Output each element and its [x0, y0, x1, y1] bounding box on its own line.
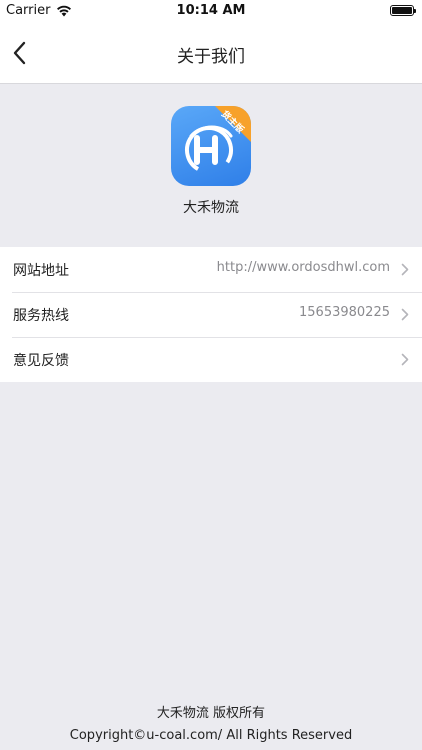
- battery-fill: [392, 7, 412, 14]
- battery-nub: [414, 9, 416, 13]
- app-name: 大禾物流: [183, 200, 239, 216]
- footer-copyright-cn: 大禾物流 版权所有: [156, 706, 266, 721]
- app-logo: 货主版: [171, 106, 251, 186]
- feedback-label: 意见反馈: [13, 353, 69, 369]
- chevron-right-icon: [401, 353, 409, 366]
- page-title: 关于我们: [177, 47, 245, 67]
- website-label: 网站地址: [13, 263, 69, 279]
- footer-copyright-en: Copyright©u-coal.com/ All Rights Reserve…: [69, 728, 353, 743]
- website-value: http://www.ordosdhwl.com: [216, 260, 390, 275]
- list-item-website[interactable]: 网站地址 http://www.ordosdhwl.com: [0, 247, 422, 292]
- nav-bar: 关于我们: [0, 22, 422, 84]
- battery-icon: [390, 5, 416, 16]
- hotline-label: 服务热线: [13, 308, 69, 324]
- list-item-hotline[interactable]: 服务热线 15653980225: [0, 292, 422, 337]
- about-list: 网站地址 http://www.ordosdhwl.com 服务热线 15653…: [0, 247, 422, 382]
- status-time: 10:14 AM: [176, 3, 246, 18]
- status-bar: Carrier 10:14 AM: [0, 0, 422, 22]
- chevron-right-icon: [401, 308, 409, 321]
- list-item-feedback[interactable]: 意见反馈: [0, 337, 422, 382]
- chevron-right-icon: [401, 263, 409, 276]
- hotline-value: 15653980225: [299, 305, 390, 320]
